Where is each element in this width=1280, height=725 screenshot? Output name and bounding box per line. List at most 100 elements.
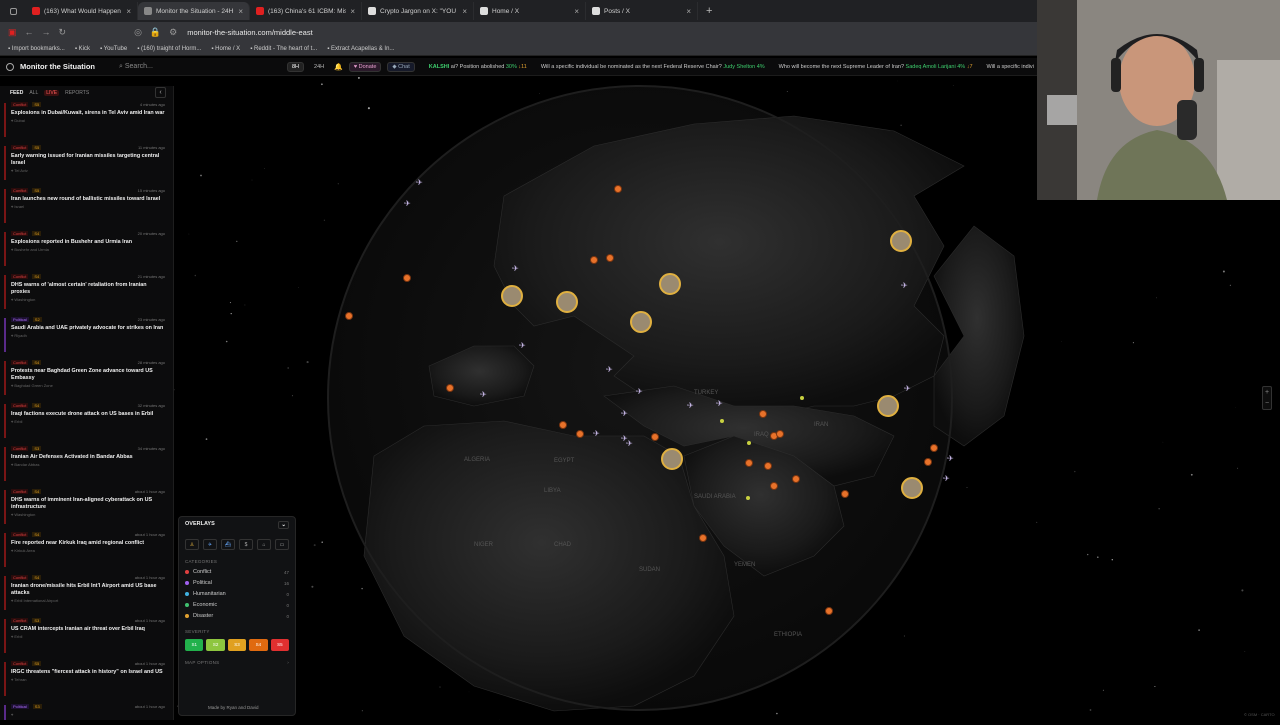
aircraft-icon[interactable]: ✈ [519, 341, 526, 350]
people-icon[interactable]: ♙ [185, 539, 199, 550]
search-input[interactable]: ⌕ Search... [119, 63, 209, 71]
close-icon[interactable]: × [686, 7, 691, 16]
event-dot-marker[interactable] [747, 441, 751, 445]
incident-fire-marker[interactable] [560, 422, 567, 429]
severity-button[interactable]: S3 [228, 639, 246, 651]
incident-fire-marker[interactable] [793, 476, 800, 483]
category-filter[interactable]: Economic0 [185, 602, 289, 608]
close-icon[interactable]: × [126, 7, 131, 16]
event-dot-marker[interactable] [720, 419, 724, 423]
aircraft-icon[interactable]: ✈ [626, 439, 633, 448]
aircraft-icon[interactable]: ✈ [947, 454, 954, 463]
incident-fire-marker[interactable] [765, 463, 772, 470]
feed-item[interactable]: ConflictS428 minutes ago Protests near B… [0, 357, 173, 400]
feed-item[interactable]: PoliticalS3about 1 hour ago ⌖ [0, 701, 173, 720]
aircraft-icon[interactable]: ✈ [512, 264, 519, 273]
chevron-down-icon[interactable]: ⌄ [278, 521, 289, 529]
category-filter[interactable]: Political16 [185, 580, 289, 586]
tab-search-icon[interactable] [0, 8, 26, 15]
leader-avatar-marker[interactable] [557, 292, 577, 312]
aircraft-icon[interactable]: ✈ [606, 365, 613, 374]
category-filter[interactable]: Humanitarian0 [185, 591, 289, 597]
incident-fire-marker[interactable] [760, 411, 767, 418]
incident-fire-marker[interactable] [826, 608, 833, 615]
ticker-item[interactable]: KALSHI ai? Position abolished 30% ↓11 [429, 64, 527, 70]
aircraft-icon[interactable]: ✈ [480, 390, 487, 399]
feed-item[interactable]: ConflictS4about 1 hour ago DHS warns of … [0, 486, 173, 529]
browser-tab[interactable]: (163) China's 61 ICBM: Missile s× [250, 2, 362, 20]
feed-item[interactable]: ConflictS420 minutes ago Explosions repo… [0, 228, 173, 271]
zoom-in-button[interactable]: + [1263, 387, 1271, 398]
feed-item[interactable]: ConflictS511 minutes ago Early warning i… [0, 142, 173, 185]
ticker-item[interactable]: Will a specific individual be nominated … [541, 64, 765, 70]
feed-item[interactable]: ConflictS432 minutes ago Iraqi factions … [0, 400, 173, 443]
range-24h-button[interactable]: 24H [310, 63, 328, 71]
ticker-item[interactable]: Who will become the next Supreme Leader … [779, 64, 973, 70]
close-icon[interactable]: × [462, 7, 467, 16]
shield-icon[interactable]: ◎ [134, 27, 142, 38]
feed-item[interactable]: PoliticalS223 minutes ago Saudi Arabia a… [0, 314, 173, 357]
leader-avatar-marker[interactable] [660, 274, 680, 294]
new-tab-button[interactable]: + [698, 5, 720, 17]
ship-icon[interactable]: ⛴ [221, 539, 235, 550]
browser-tab[interactable]: Posts / X× [586, 2, 698, 20]
incident-fire-marker[interactable] [607, 255, 614, 262]
category-filter[interactable]: Conflict47 [185, 569, 289, 575]
bookmark-item[interactable]: ▪ (160) traight of Horm... [137, 46, 201, 52]
aircraft-icon[interactable]: ✈ [203, 539, 217, 550]
tab-live[interactable]: LIVE [44, 90, 59, 96]
feed-item[interactable]: ConflictS334 minutes ago Iranian Air Def… [0, 443, 173, 486]
incident-fire-marker[interactable] [346, 313, 353, 320]
bookmark-item[interactable]: ▪ Reddit - The heart of t... [250, 46, 317, 52]
incident-fire-marker[interactable] [777, 431, 784, 438]
close-icon[interactable]: × [574, 7, 579, 16]
feed-item[interactable]: ConflictS54 minutes ago Explosions in Du… [0, 99, 173, 142]
collapse-panel-button[interactable]: ‹ [155, 87, 166, 98]
incident-fire-marker[interactable] [591, 257, 598, 264]
incident-fire-marker[interactable] [404, 275, 411, 282]
severity-button[interactable]: S2 [206, 639, 224, 651]
leader-avatar-marker[interactable] [878, 396, 898, 416]
aircraft-icon[interactable]: ✈ [943, 474, 950, 483]
feed-item[interactable]: ConflictS421 minutes ago DHS warns of 'a… [0, 271, 173, 314]
camera-icon[interactable]: ▭ [275, 539, 289, 550]
feed-item[interactable]: ConflictS4about 1 hour ago Iranian drone… [0, 572, 173, 615]
incident-fire-marker[interactable] [615, 186, 622, 193]
bookmark-item[interactable]: ▪ Kick [75, 46, 90, 52]
feed-item[interactable]: ConflictS3about 1 hour ago US CRAM inter… [0, 615, 173, 658]
aircraft-icon[interactable]: ✈ [593, 429, 600, 438]
incident-fire-marker[interactable] [842, 491, 849, 498]
feed-item[interactable]: ConflictS5about 1 hour ago IRGC threaten… [0, 658, 173, 701]
dollar-icon[interactable]: $ [239, 539, 253, 550]
close-icon[interactable]: × [238, 7, 243, 16]
severity-button[interactable]: S1 [185, 639, 203, 651]
incident-fire-marker[interactable] [771, 483, 778, 490]
bookmark-item[interactable]: ▪ Extract Acapellas & In... [327, 46, 394, 52]
lock-icon[interactable]: 🔒 [150, 27, 161, 38]
browser-tab[interactable]: Home / X× [474, 2, 586, 20]
incident-fire-marker[interactable] [931, 445, 938, 452]
bell-icon[interactable]: 🔔 [334, 63, 343, 71]
incident-fire-marker[interactable] [577, 431, 584, 438]
reload-icon[interactable]: ↻ [59, 27, 67, 38]
building-icon[interactable]: ⌂ [257, 539, 271, 550]
aircraft-icon[interactable]: ✈ [904, 384, 911, 393]
site-settings-icon[interactable]: ⚙ [169, 27, 177, 38]
donate-button[interactable]: ♥ Donate [349, 62, 382, 72]
feed-item[interactable]: ConflictS4about 1 hour ago Fire reported… [0, 529, 173, 572]
tab-all[interactable]: ALL [29, 90, 38, 96]
aircraft-icon[interactable]: ✈ [687, 401, 694, 410]
leader-avatar-marker[interactable] [631, 312, 651, 332]
bookmark-item[interactable]: ▪ Home / X [211, 46, 240, 52]
category-filter[interactable]: Disaster0 [185, 613, 289, 619]
incident-fire-marker[interactable] [652, 434, 659, 441]
range-8h-button[interactable]: 8H [287, 62, 304, 72]
map-options-toggle[interactable]: MAP OPTIONS › [185, 660, 289, 665]
sidebar-toggle-icon[interactable]: ▣ [8, 27, 17, 38]
browser-tab[interactable]: (163) What Would Happen If U× [26, 2, 138, 20]
app-logo[interactable]: Monitor the Situation [20, 62, 95, 71]
prediction-ticker[interactable]: KALSHI ai? Position abolished 30% ↓11 Wi… [429, 64, 1034, 70]
leader-avatar-marker[interactable] [891, 231, 911, 251]
back-icon[interactable]: ← [25, 27, 34, 37]
bookmark-item[interactable]: ▪ YouTube [100, 46, 127, 52]
